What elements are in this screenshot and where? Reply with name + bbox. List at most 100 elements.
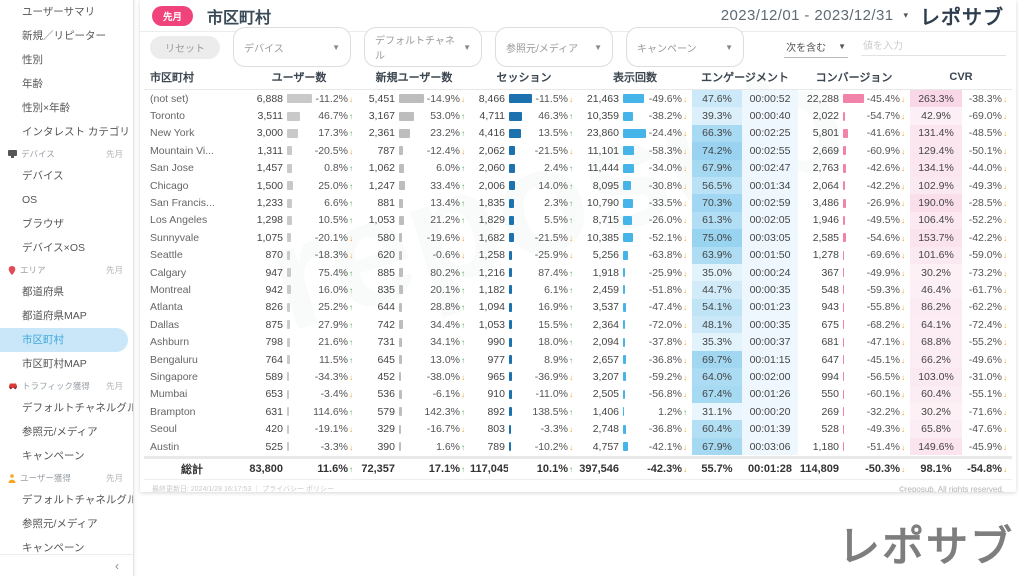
users-bar — [286, 125, 312, 142]
sidebar-item[interactable]: 参照元/メディア — [0, 420, 133, 444]
views-change: -37.8%↓ — [646, 336, 692, 348]
sidebar-item[interactable]: デフォルトチャネルグループ — [0, 488, 133, 512]
users-change: 25.2%↑ — [312, 301, 358, 313]
users-change: -3.4%↓ — [312, 388, 358, 400]
users-bar — [286, 299, 312, 316]
cvr-change: -44.0%↓ — [962, 162, 1012, 174]
cvr-value: 106.4% — [910, 212, 962, 229]
sidebar-item[interactable]: ブラウザ — [0, 212, 133, 236]
sessions-value: 1,053 — [470, 319, 508, 331]
users-bar — [286, 229, 312, 246]
conv-value: 1,946 — [798, 214, 842, 226]
conv-value: 114,809 — [798, 463, 842, 475]
sidebar-item[interactable]: デバイス — [0, 164, 133, 188]
conv-change: -47.1%↓ — [864, 336, 910, 348]
sidebar-item[interactable]: 市区町村 — [0, 328, 128, 352]
new_users-value: 2,361 — [358, 127, 398, 139]
views-bar — [622, 299, 646, 316]
new_users-change: 1.6%↑ — [424, 441, 470, 453]
sidebar-item[interactable]: 年齢 — [0, 72, 133, 96]
reset-button[interactable]: リセット — [150, 36, 220, 59]
down-arrow-icon: ↓ — [901, 147, 905, 156]
filter-default-channel-dropdown[interactable]: デフォルトチャネル▼ — [364, 27, 482, 67]
new_users-value: 885 — [358, 267, 398, 279]
views-change: -52.1%↓ — [646, 232, 692, 244]
engagement-rate: 61.3% — [692, 212, 742, 229]
sidebar-item[interactable]: 新規／リピーター — [0, 24, 133, 48]
down-arrow-icon: ↓ — [569, 95, 573, 104]
sidebar-item[interactable]: インタレスト カテゴリ — [0, 120, 133, 144]
date-caret-icon[interactable]: ▾ — [903, 10, 908, 21]
cvr-change: -62.2%↓ — [962, 301, 1012, 313]
engagement-rate: 70.3% — [692, 194, 742, 211]
down-arrow-icon: ↓ — [1003, 182, 1007, 191]
total-row: 総計 83,800 11.6%↑72,357 17.1%↑117,045 10.… — [144, 456, 1012, 480]
engagement-time: 00:00:40 — [742, 107, 798, 124]
sessions-change: 2.4%↑ — [532, 162, 578, 174]
sidebar-item[interactable]: ユーザーサマリ — [0, 0, 133, 24]
users-change: 11.5%↑ — [312, 354, 358, 366]
city-name: Montreal — [144, 284, 240, 296]
filter-device-dropdown[interactable]: デバイス▼ — [233, 27, 351, 67]
sidebar-section-label: トラフィック獲得 — [22, 380, 90, 392]
privacy-policy-link[interactable]: プライバシー ポリシー — [262, 486, 334, 492]
down-arrow-icon: ↓ — [901, 465, 905, 474]
sidebar-item[interactable]: デバイス×OS — [0, 236, 133, 260]
sessions-bar — [508, 264, 532, 281]
down-arrow-icon: ↓ — [1003, 129, 1007, 138]
views-change: -49.6%↓ — [646, 93, 692, 105]
conv-change: -56.5%↓ — [864, 371, 910, 383]
match-condition-select[interactable]: 次を含む ▼ — [784, 36, 848, 58]
col-sessions: セッション — [470, 69, 578, 85]
up-arrow-icon: ↑ — [349, 338, 353, 347]
engagement-time: 00:02:05 — [742, 212, 798, 229]
col-conversions: コンバージョン — [798, 69, 910, 85]
views-value: 10,385 — [578, 232, 622, 244]
filter-source-media-dropdown[interactable]: 参照元/メディア▼ — [495, 27, 613, 67]
cvr-change: -47.6%↓ — [962, 423, 1012, 435]
users-change: -34.3%↓ — [312, 371, 358, 383]
views-value: 2,094 — [578, 336, 622, 348]
filter-value-input[interactable] — [861, 38, 1006, 56]
up-arrow-icon: ↑ — [569, 269, 573, 278]
cvr-change: -52.2%↓ — [962, 214, 1012, 226]
views-bar — [622, 125, 646, 142]
cvr-value: 190.0% — [910, 194, 962, 211]
sessions-change: 8.9%↑ — [532, 354, 578, 366]
up-arrow-icon: ↑ — [569, 303, 573, 312]
collapse-sidebar-icon[interactable]: ‹ — [115, 559, 119, 573]
table-row: Ashburn 798 21.6%↑731 34.1%↑990 18.0%↑2,… — [144, 333, 1012, 350]
down-arrow-icon: ↓ — [569, 147, 573, 156]
footer-separator: ｜ — [253, 486, 260, 492]
filter-campaign-dropdown[interactable]: キャンペーン▼ — [626, 27, 744, 67]
new_users-value: 731 — [358, 336, 398, 348]
new_users-value: 580 — [358, 232, 398, 244]
views-value: 8,715 — [578, 214, 622, 226]
down-arrow-icon: ↓ — [1003, 443, 1007, 452]
new_users-value: 835 — [358, 284, 398, 296]
sidebar-item[interactable]: 市区町村MAP — [0, 352, 133, 376]
sidebar-item[interactable]: 都道府県MAP — [0, 304, 133, 328]
sidebar-section: トラフィック獲得先月 — [0, 376, 133, 396]
sidebar-item[interactable]: 都道府県 — [0, 280, 133, 304]
sidebar-item[interactable]: 参照元/メディア — [0, 512, 133, 536]
sidebar-item[interactable]: 性別 — [0, 48, 133, 72]
sessions-change: 16.9%↑ — [532, 301, 578, 313]
cvr-value: 101.6% — [910, 247, 962, 264]
views-bar — [622, 264, 646, 281]
new_users-change: -6.1%↓ — [424, 388, 470, 400]
city-name: San Francis... — [144, 197, 240, 209]
sidebar-section: エリア先月 — [0, 260, 133, 280]
conv-change: -68.2%↓ — [864, 319, 910, 331]
date-range-picker[interactable]: 2023/12/01 - 2023/12/31 — [721, 7, 894, 24]
sidebar-item[interactable]: 性別×年齢 — [0, 96, 133, 120]
down-arrow-icon: ↓ — [901, 408, 905, 417]
sidebar-item[interactable]: キャンペーン — [0, 444, 133, 468]
users-value: 1,075 — [240, 232, 286, 244]
views-value: 2,364 — [578, 319, 622, 331]
chevron-down-icon: ▼ — [838, 42, 846, 51]
sidebar-item[interactable]: OS — [0, 188, 133, 212]
sidebar-nav: ユーザーサマリ新規／リピーター性別年齢性別×年齢インタレスト カテゴリデバイス先… — [0, 0, 133, 560]
sidebar-item[interactable]: デフォルトチャネルグループ — [0, 396, 133, 420]
users-bar — [286, 247, 312, 264]
